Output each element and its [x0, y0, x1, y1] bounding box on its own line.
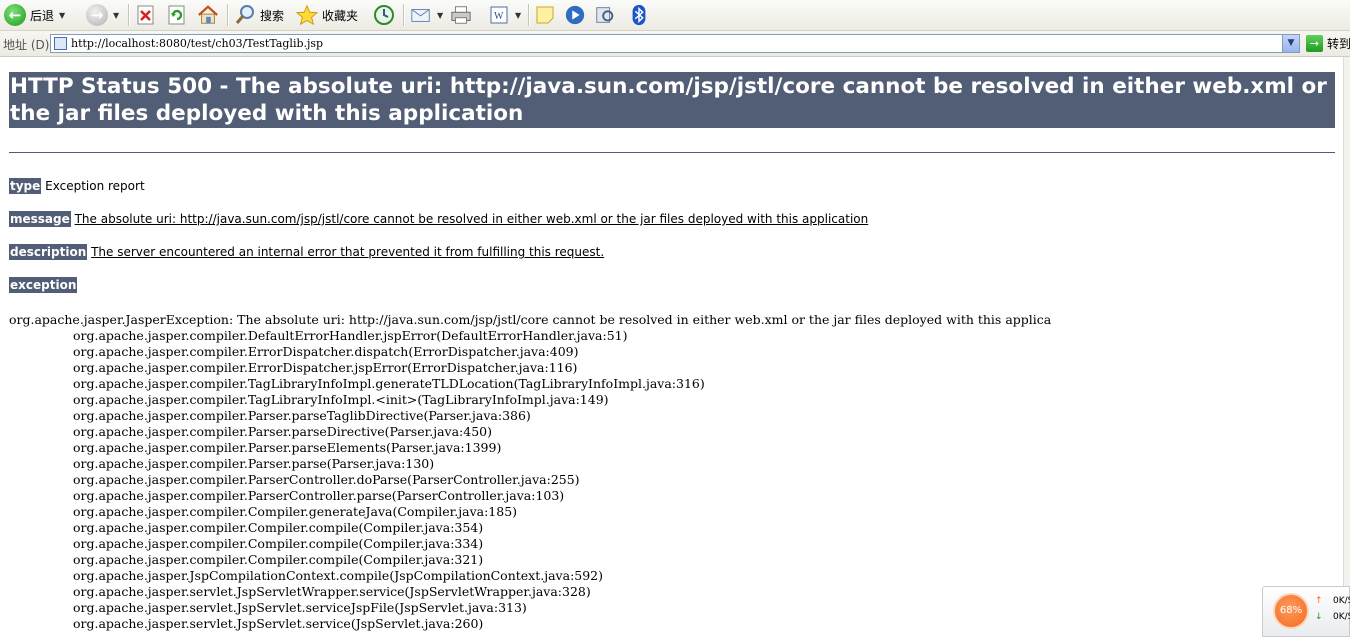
upload-speed: 0K/S [1333, 596, 1350, 606]
address-input[interactable]: http://localhost:8080/test/ch03/TestTagl… [50, 34, 1300, 53]
stack-line: org.apache.jasper.compiler.Parser.parseD… [73, 424, 492, 439]
download-arrow-icon: ↓ [1315, 612, 1323, 622]
notes-button[interactable] [534, 3, 556, 27]
favorites-label: 收藏夹 [322, 8, 359, 23]
stack-line: org.apache.jasper.compiler.Compiler.comp… [73, 552, 484, 567]
description-row: description The server encountered an in… [9, 244, 605, 260]
toolbar-separator [227, 4, 229, 26]
type-key: type [9, 178, 42, 194]
print-button[interactable] [450, 3, 472, 27]
type-row: type Exception report [9, 178, 145, 194]
edit-button[interactable]: W ▼ [488, 3, 521, 27]
forward-dropdown-icon[interactable]: ▼ [113, 11, 119, 20]
stack-line: org.apache.jasper.compiler.TagLibraryInf… [73, 392, 609, 407]
exception-key: exception [9, 277, 78, 293]
stop-icon [137, 5, 154, 25]
network-speed-widget[interactable]: 68% ↑ 0K/S ↓ 0K/S [1262, 586, 1350, 637]
stack-line: org.apache.jasper.compiler.DefaultErrorH… [73, 328, 628, 343]
toolbar-separator [528, 4, 530, 26]
toolbar-separator [128, 4, 130, 26]
address-url[interactable]: http://localhost:8080/test/ch03/TestTagl… [71, 37, 323, 50]
stack-line: org.apache.jasper.JasperException: The a… [9, 312, 1052, 327]
history-icon [374, 5, 394, 25]
usage-percent: 68% [1273, 593, 1309, 629]
stack-line: org.apache.jasper.compiler.ErrorDispatch… [73, 344, 579, 359]
stack-line: org.apache.jasper.JspCompilationContext.… [73, 568, 604, 583]
stack-line: org.apache.jasper.compiler.ParserControl… [73, 488, 565, 503]
printer-icon [451, 6, 471, 24]
download-speed: 0K/S [1333, 612, 1350, 622]
mail-dropdown-icon[interactable]: ▼ [437, 11, 443, 20]
stack-line: org.apache.jasper.compiler.Compiler.gene… [73, 504, 518, 519]
stack-line: org.apache.jasper.compiler.Parser.parseE… [73, 440, 502, 455]
stack-line: org.apache.jasper.servlet.JspServlet.ser… [73, 616, 484, 631]
research-icon [596, 7, 614, 23]
messenger-button[interactable] [564, 3, 586, 27]
refresh-icon [168, 5, 185, 25]
stack-line: org.apache.jasper.compiler.Parser.parseT… [73, 408, 531, 423]
go-label: 转到 [1327, 37, 1350, 51]
go-arrow-icon: → [1306, 35, 1323, 52]
stack-trace: org.apache.jasper.JasperException: The a… [9, 312, 1051, 632]
page-icon [54, 37, 67, 50]
forward-button[interactable]: → ▼ [86, 3, 119, 27]
sticky-note-icon [536, 6, 554, 24]
search-button[interactable]: 搜索 [234, 3, 284, 27]
page-title: HTTP Status 500 - The absolute uri: http… [9, 72, 1335, 128]
message-key: message [9, 211, 71, 227]
address-bar: 地址 (D) http://localhost:8080/test/ch03/T… [0, 31, 1350, 57]
home-button[interactable] [197, 3, 219, 27]
browser-toolbar: ← 后退 ▼ → ▼ 搜索 收藏夹 ▼ W ▼ [0, 0, 1350, 31]
type-value: Exception report [45, 179, 145, 193]
history-button[interactable] [373, 3, 395, 27]
address-label: 地址 (D) [3, 38, 50, 52]
stack-line: org.apache.jasper.compiler.TagLibraryInf… [73, 376, 705, 391]
mail-icon [411, 9, 430, 22]
back-dropdown-icon[interactable]: ▼ [59, 11, 65, 20]
stack-line: org.apache.jasper.compiler.ErrorDispatch… [73, 360, 578, 375]
search-icon [235, 5, 254, 24]
divider [9, 152, 1335, 153]
address-dropdown-icon[interactable]: ▼ [1282, 35, 1299, 52]
stack-line: org.apache.jasper.compiler.ParserControl… [73, 472, 580, 487]
star-icon [296, 4, 318, 26]
favorites-button[interactable]: 收藏夹 [296, 3, 358, 27]
back-button[interactable]: ← 后退 ▼ [4, 3, 65, 27]
refresh-button[interactable] [166, 3, 188, 27]
back-label: 后退 [30, 8, 55, 23]
home-icon [198, 5, 218, 24]
messenger-icon [565, 5, 585, 25]
search-label: 搜索 [260, 8, 285, 23]
upload-arrow-icon: ↑ [1315, 596, 1323, 606]
forward-arrow-icon: → [86, 4, 108, 26]
description-value: The server encountered an internal error… [91, 245, 605, 259]
stack-line: org.apache.jasper.compiler.Compiler.comp… [73, 520, 484, 535]
svg-text:W: W [494, 11, 504, 22]
stack-line: org.apache.jasper.servlet.JspServlet.ser… [73, 600, 527, 615]
research-button[interactable] [594, 3, 616, 27]
vertical-scrollbar[interactable] [1343, 57, 1350, 637]
message-value: The absolute uri: http://java.sun.com/js… [74, 212, 869, 226]
stack-line: org.apache.jasper.servlet.JspServletWrap… [73, 584, 591, 599]
stack-line: org.apache.jasper.compiler.Compiler.comp… [73, 536, 484, 551]
back-arrow-icon: ← [4, 4, 26, 26]
bluetooth-icon [632, 4, 646, 26]
error-page: HTTP Status 500 - The absolute uri: http… [9, 72, 1335, 128]
bluetooth-button[interactable] [628, 3, 650, 27]
toolbar-separator [403, 4, 405, 26]
stack-line: org.apache.jasper.compiler.Parser.parse(… [73, 456, 435, 471]
mail-button[interactable]: ▼ [410, 3, 443, 27]
message-row: message The absolute uri: http://java.su… [9, 211, 869, 227]
edit-dropdown-icon[interactable]: ▼ [515, 11, 521, 20]
stop-button[interactable] [135, 3, 157, 27]
word-edit-icon: W [490, 6, 508, 24]
description-key: description [9, 244, 88, 260]
go-button[interactable]: → 转到 [1306, 34, 1350, 53]
exception-row: exception [9, 277, 78, 293]
